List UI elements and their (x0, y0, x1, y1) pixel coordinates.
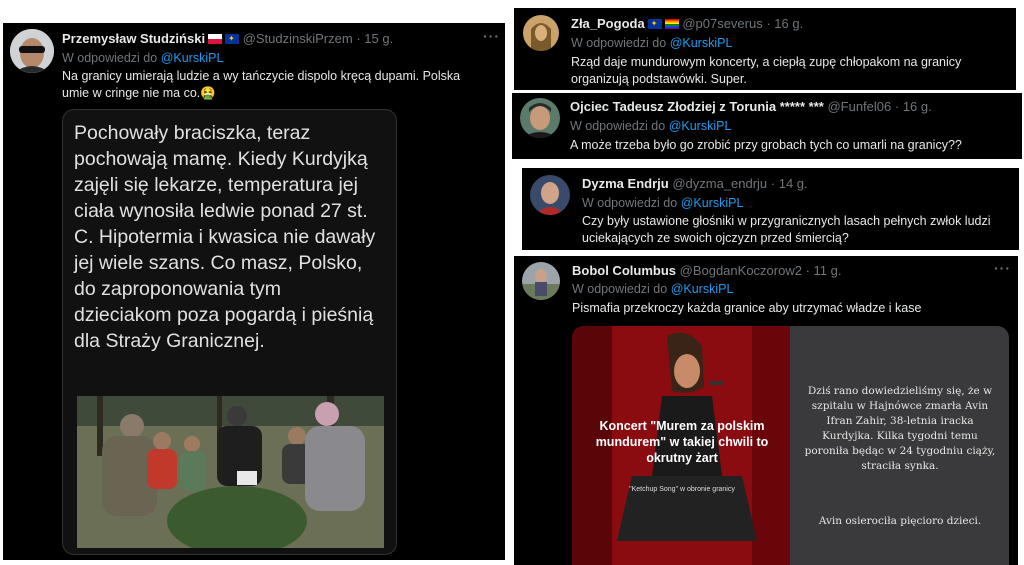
tweet-text: Rząd daje mundurowym koncerty, a ciepłą … (571, 55, 962, 86)
user-handle[interactable]: @StudzinskiPrzem (243, 31, 353, 46)
tweet-card-1[interactable]: Przemysław Studziński @StudzinskiPrzem ·… (3, 23, 505, 560)
user-handle[interactable]: @BogdanKoczorow2 (680, 263, 802, 278)
tweet-header: Zła_Pogoda @p07severus · 16 g. (571, 16, 803, 32)
reply-context: W odpowiedzi do @KurskiPL (582, 195, 743, 211)
user-handle[interactable]: @dyzma_endrju (672, 176, 767, 191)
concert-caption: Koncert "Murem za polskim mundurem" w ta… (595, 419, 769, 465)
mention-link[interactable]: @KurskiPL (669, 119, 732, 133)
tweet-text-body: Na granicy umierają ludzie a wy tańczyci… (62, 69, 461, 100)
tweet-header: Dyzma Endrju @dyzma_endrju · 14 g. (582, 176, 808, 192)
user-name[interactable]: Ojciec Tadeusz Złodziej z Torunia (570, 99, 776, 114)
tweet-text: Pismafia przekroczy każda granice aby ut… (572, 301, 922, 315)
tweet-card-2[interactable]: Zła_Pogoda @p07severus · 16 g. W odpowie… (514, 8, 1016, 90)
tweet-header: Bobol Columbus @BogdanKoczorow2 · 11 g. (572, 263, 841, 279)
poland-flag-icon (208, 34, 223, 44)
avatar[interactable] (10, 29, 54, 73)
avatar[interactable] (530, 175, 570, 215)
user-name[interactable]: Przemysław Studziński (62, 31, 205, 46)
mention-link[interactable]: @KurskiPL (681, 196, 744, 210)
vomit-emoji-icon: 🤮 (200, 86, 216, 100)
tweet-header: Ojciec Tadeusz Złodziej z Torunia ***** … (570, 99, 932, 115)
avatar[interactable] (523, 15, 559, 51)
quoted-image[interactable]: Pochowały braciszka, teraz pochowają mam… (62, 109, 397, 555)
reply-context: W odpowiedzi do @KurskiPL (571, 35, 732, 51)
news-text-2: Avin osierociła pięcioro dzieci. (818, 515, 982, 527)
tweet-time[interactable]: · 11 g. (806, 263, 842, 278)
avatar[interactable] (522, 262, 560, 300)
user-name[interactable]: Bobol Columbus (572, 263, 676, 278)
mourning-photo (77, 396, 384, 548)
tweet-time[interactable]: · 15 g. (356, 31, 393, 46)
user-handle[interactable]: @p07severus (682, 16, 762, 31)
eu-flag-icon (647, 19, 662, 29)
mention-link[interactable]: @KurskiPL (161, 51, 224, 65)
eu-flag-icon (225, 34, 240, 44)
reply-prefix: W odpowiedzi do (62, 51, 158, 65)
more-options-icon[interactable]: ··· (994, 260, 1011, 276)
tweet-text: Na granicy umierają ludzie a wy tańczyci… (62, 68, 482, 102)
mention-link[interactable]: @KurskiPL (671, 282, 734, 296)
user-name[interactable]: Zła_Pogoda (571, 16, 645, 31)
reply-prefix: W odpowiedzi do (572, 282, 668, 296)
tweet-header: Przemysław Studziński @StudzinskiPrzem ·… (62, 31, 393, 47)
tweet-card-4[interactable]: Dyzma Endrju @dyzma_endrju · 14 g. W odp… (522, 168, 1019, 250)
more-options-icon[interactable]: ··· (483, 28, 500, 44)
tweet-text: Czy były ustawione głośniki w przygranic… (582, 214, 991, 245)
reply-context: W odpowiedzi do @KurskiPL (572, 281, 733, 297)
tweet-time[interactable]: · 16 g. (895, 99, 932, 114)
reply-prefix: W odpowiedzi do (582, 196, 678, 210)
tweet-time[interactable]: · 14 g. (771, 176, 808, 191)
tweet-card-3[interactable]: Ojciec Tadeusz Złodziej z Torunia ***** … (512, 93, 1022, 159)
tweet-text: A może trzeba było go zrobić przy grobac… (570, 138, 962, 152)
reply-prefix: W odpowiedzi do (570, 119, 666, 133)
user-name[interactable]: Dyzma Endrju (582, 176, 669, 191)
reply-context: W odpowiedzi do @KurskiPL (62, 50, 223, 66)
mention-link[interactable]: @KurskiPL (670, 36, 733, 50)
quote-text: Pochowały braciszka, teraz pochowają mam… (74, 122, 376, 352)
rainbow-flag-icon (664, 19, 679, 29)
reply-prefix: W odpowiedzi do (571, 36, 667, 50)
news-text: Dziś rano dowiedzieliśmy się, że w szpit… (804, 385, 996, 472)
user-handle[interactable]: @Funfel06 (827, 99, 891, 114)
concert-caption-small: "Ketchup Song" w obronie granicy (629, 486, 735, 493)
attached-image[interactable]: Koncert "Murem za polskim mundurem" w ta… (572, 326, 1009, 565)
reply-context: W odpowiedzi do @KurskiPL (570, 118, 731, 134)
news-text-panel: Dziś rano dowiedzieliśmy się, że w szpit… (790, 326, 1009, 565)
concert-photo: Koncert "Murem za polskim mundurem" w ta… (572, 326, 790, 565)
tweet-time[interactable]: · 16 g. (766, 16, 803, 31)
avatar[interactable] (520, 98, 560, 138)
tweet-card-5[interactable]: Bobol Columbus @BogdanKoczorow2 · 11 g. … (514, 256, 1018, 565)
name-stars: ***** *** (779, 99, 824, 114)
